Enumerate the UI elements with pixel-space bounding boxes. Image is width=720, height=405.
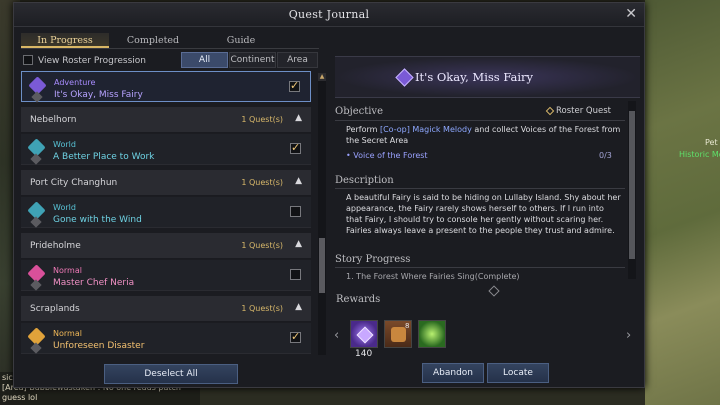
treasure-chest-icon — [391, 327, 406, 342]
purple-gem-icon — [356, 326, 374, 344]
group-count: 1 Quest(s) — [241, 178, 283, 187]
group-header[interactable]: Nebelhorn 1 Quest(s) ▲ — [21, 107, 311, 133]
quest-name: Unforeseen Disaster — [53, 341, 145, 351]
title-bar[interactable]: Quest Journal ✕ — [14, 3, 644, 27]
objective-text: Perform [Co-op] Magick Melody and collec… — [346, 124, 621, 146]
group-name: Nebelhorn — [30, 115, 77, 125]
quest-category: Normal — [53, 266, 82, 275]
tab-completed[interactable]: Completed — [109, 33, 197, 48]
close-icon[interactable]: ✕ — [625, 6, 637, 22]
description-header: Description — [335, 175, 394, 186]
chevron-right-icon[interactable]: › — [626, 328, 631, 343]
reward-count: 8 — [405, 322, 410, 330]
detail-quest-name: It's Okay, Miss Fairy — [415, 70, 534, 84]
roster-label: View Roster Progression — [38, 56, 147, 66]
list-item[interactable]: Normal Unforeseen Disaster — [21, 323, 311, 354]
group-name: Scraplands — [30, 304, 80, 314]
track-checkbox[interactable] — [290, 206, 301, 217]
group-count: 1 Quest(s) — [241, 241, 283, 250]
green-sparkle-icon[interactable] — [418, 320, 446, 348]
list-item[interactable]: Adventure It's Okay, Miss Fairy — [21, 71, 311, 103]
divider — [335, 188, 625, 189]
group-count: 1 Quest(s) — [241, 304, 283, 313]
task-progress: 0/3 — [599, 151, 612, 160]
chat-line: guess lol — [2, 393, 38, 402]
reward-count: 140 — [355, 349, 373, 359]
quest-name: Gone with the Wind — [53, 215, 142, 225]
quest-sub-icon — [31, 91, 43, 103]
npc-name: Pet — [705, 138, 718, 147]
description-text: A beautiful Fairy is said to be hiding o… — [346, 193, 621, 235]
quest-sub-icon — [30, 216, 42, 228]
group-name: Port City Changhun — [30, 178, 118, 188]
task-label: • Voice of the Forest — [346, 151, 428, 160]
story-item: 1. The Forest Where Fairies Sing(Complet… — [346, 272, 520, 281]
quest-category: World — [53, 203, 76, 212]
filter-area[interactable]: Area — [277, 52, 318, 68]
deselect-all-button[interactable]: Deselect All — [104, 364, 238, 384]
quest-detail-panel: It's Okay, Miss Fairy Objective Roster Q… — [335, 33, 640, 353]
quest-sub-icon — [30, 342, 42, 354]
chevron-left-icon[interactable]: ‹ — [334, 328, 339, 343]
objective-header: Objective — [335, 106, 384, 117]
rewards-header: Rewards — [336, 294, 381, 305]
quest-type-label: Roster Quest — [556, 106, 611, 116]
quest-banner: It's Okay, Miss Fairy — [335, 56, 640, 98]
divider — [335, 267, 625, 268]
list-item[interactable]: World A Better Place to Work — [21, 134, 311, 165]
quest-name: It's Okay, Miss Fairy — [54, 90, 143, 100]
group-header[interactable]: Port City Changhun 1 Quest(s) ▲ — [21, 170, 311, 196]
list-item[interactable]: Normal Master Chef Neria — [21, 260, 311, 291]
quest-type: Roster Quest — [545, 106, 611, 116]
quest-list: Adventure It's Okay, Miss Fairy Nebelhor… — [21, 71, 317, 356]
filter-continent[interactable]: Continent — [229, 52, 276, 68]
tab-in-progress[interactable]: In Progress — [21, 33, 109, 48]
track-checkbox[interactable] — [290, 141, 301, 154]
scroll-thumb[interactable] — [319, 238, 325, 293]
group-name: Prideholme — [30, 241, 81, 251]
quest-name: A Better Place to Work — [53, 152, 155, 162]
list-item[interactable]: World Gone with the Wind — [21, 197, 311, 228]
objective-prefix: Perform — [346, 125, 380, 134]
game-world-right — [645, 0, 720, 405]
detail-scrollbar[interactable] — [628, 101, 636, 279]
reward-item[interactable] — [350, 320, 378, 348]
divider — [335, 120, 625, 121]
collapse-icon[interactable]: ▲ — [295, 302, 302, 312]
scroll-thumb[interactable] — [629, 111, 635, 259]
npc-subtitle: Historic Mo — [679, 150, 720, 159]
tab-guide[interactable]: Guide — [197, 33, 285, 48]
adventure-quest-icon — [395, 68, 414, 87]
quest-sub-icon — [30, 279, 42, 291]
track-checkbox[interactable] — [290, 269, 301, 280]
collapse-icon[interactable]: ▲ — [295, 239, 302, 249]
collapse-icon[interactable]: ▲ — [295, 113, 302, 123]
filter-all[interactable]: All — [181, 52, 228, 68]
window-title: Quest Journal — [288, 8, 370, 21]
objective-link[interactable]: [Co-op] Magick Melody — [380, 125, 472, 134]
quest-category: World — [53, 140, 76, 149]
roster-checkbox[interactable] — [23, 55, 33, 65]
locate-button[interactable]: Locate — [487, 363, 549, 383]
group-header[interactable]: Scraplands 1 Quest(s) ▲ — [21, 296, 311, 322]
quest-category: Normal — [53, 329, 82, 338]
abandon-button[interactable]: Abandon — [422, 363, 484, 383]
story-header: Story Progress — [335, 254, 411, 265]
chat-line: sic — [2, 373, 13, 382]
track-checkbox[interactable] — [290, 330, 301, 343]
quest-category: Adventure — [54, 78, 96, 87]
tab-bar: In Progress Completed Guide — [21, 33, 319, 49]
quest-journal-window: Quest Journal ✕ In Progress Completed Gu… — [13, 2, 645, 388]
track-checkbox[interactable] — [289, 79, 300, 92]
quest-name: Master Chef Neria — [53, 278, 135, 288]
group-header[interactable]: Prideholme 1 Quest(s) ▲ — [21, 233, 311, 259]
group-count: 1 Quest(s) — [241, 115, 283, 124]
collapse-icon[interactable]: ▲ — [295, 176, 302, 186]
roster-quest-icon — [545, 106, 555, 115]
quest-sub-icon — [30, 153, 42, 165]
quest-list-scrollbar[interactable]: ▲ — [318, 73, 326, 355]
scroll-up-icon[interactable]: ▲ — [318, 73, 326, 81]
